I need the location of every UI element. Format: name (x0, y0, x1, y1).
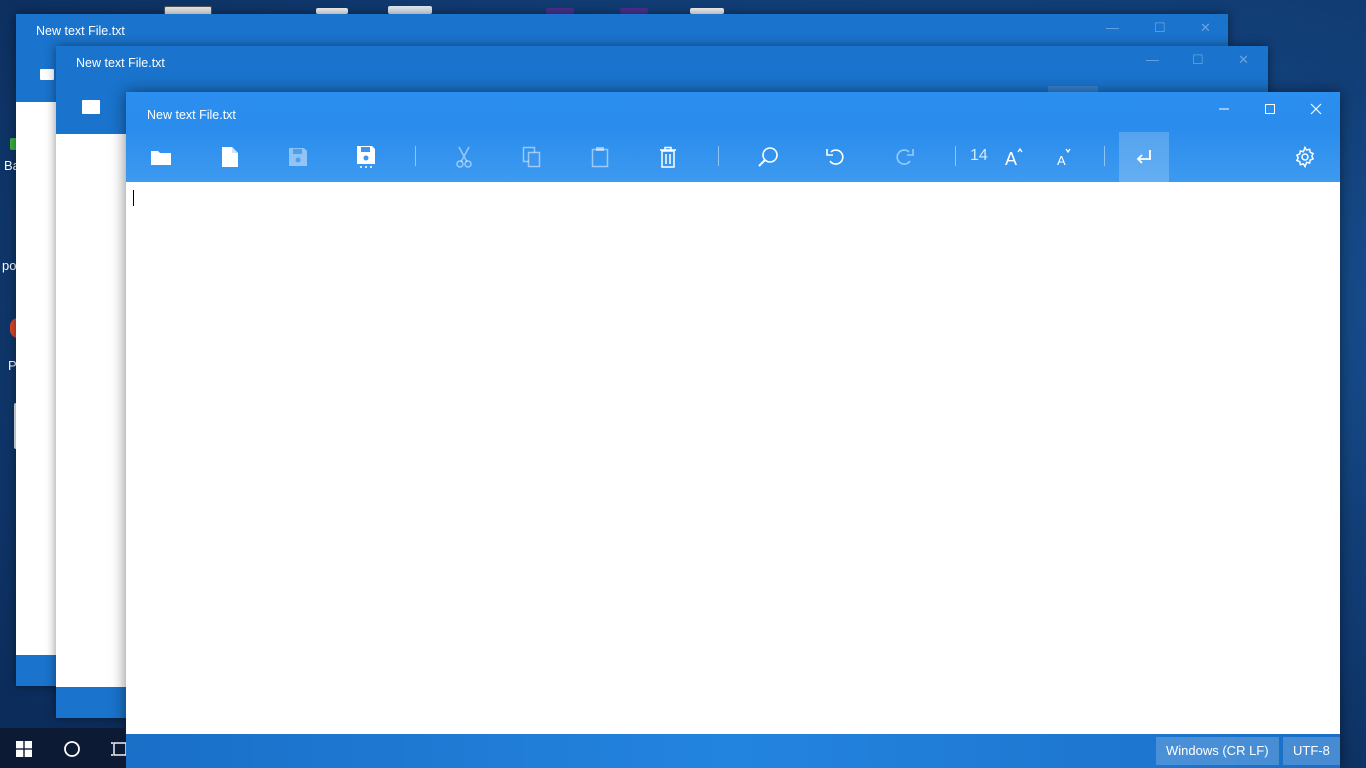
desktop-shortcut-fragment[interactable] (388, 6, 432, 14)
settings-button[interactable] (1280, 132, 1330, 182)
new-file-button[interactable] (205, 132, 255, 182)
window-title: New text File.txt (147, 108, 236, 122)
close-icon (1310, 103, 1322, 115)
svg-text:A: A (1005, 149, 1017, 167)
status-bar: Windows (CR LF) UTF-8 (126, 734, 1340, 768)
maximize-icon (1265, 104, 1275, 114)
minimize-button[interactable] (1201, 97, 1247, 121)
paste-button[interactable] (575, 132, 625, 182)
wrap-icon (1136, 150, 1151, 164)
maximize-icon[interactable]: ☐ (1154, 20, 1166, 36)
redo-button[interactable] (879, 132, 929, 182)
windows-start-icon[interactable] (16, 741, 32, 757)
copy-icon (522, 146, 541, 168)
find-button[interactable] (743, 132, 793, 182)
desktop-label-fragment: po (2, 258, 17, 273)
toolbar-separator (415, 146, 416, 166)
font-decrease-icon: A (1057, 148, 1071, 167)
word-wrap-button[interactable] (1119, 132, 1169, 182)
new-file-icon (222, 147, 238, 167)
redo-icon (896, 149, 914, 165)
font-size-value: 14 (970, 147, 988, 164)
encoding-selector[interactable]: UTF-8 (1283, 737, 1340, 765)
maximize-icon[interactable]: ☐ (1192, 52, 1204, 68)
cut-button[interactable] (439, 132, 489, 182)
task-view-icon[interactable] (111, 741, 126, 757)
editor-area[interactable] (56, 134, 126, 687)
folder-icon[interactable] (82, 100, 100, 114)
minimize-icon (1219, 108, 1229, 110)
title-bar[interactable]: New text File.txt 14 A A (126, 92, 1340, 182)
window-title: New text File.txt (36, 24, 125, 38)
search-icon (758, 147, 778, 167)
text-editor[interactable] (126, 182, 1340, 734)
svg-text:A: A (1057, 153, 1066, 167)
statusbar (56, 687, 126, 718)
toolbar-separator (955, 146, 956, 166)
editor-area[interactable] (16, 102, 56, 655)
copy-button[interactable] (507, 132, 557, 182)
save-as-icon (357, 146, 375, 168)
undo-button[interactable] (811, 132, 861, 182)
save-button[interactable] (273, 132, 323, 182)
window-title: New text File.txt (76, 56, 165, 70)
open-button[interactable] (136, 132, 186, 182)
paste-icon (591, 147, 609, 168)
font-increase-icon: A (1005, 147, 1023, 167)
cortana-search-icon[interactable] (63, 740, 81, 758)
taskbar (0, 728, 126, 768)
undo-icon (826, 149, 844, 165)
folder-icon[interactable] (40, 69, 54, 80)
trash-icon (660, 146, 676, 168)
close-button[interactable] (1293, 97, 1339, 121)
cut-icon (456, 146, 472, 168)
close-icon[interactable]: ✕ (1238, 52, 1249, 68)
notepad-window[interactable]: New text File.txt 14 A A Windows (CR LF)… (126, 92, 1340, 768)
minimize-icon[interactable]: — (1146, 52, 1159, 67)
save-icon (289, 148, 307, 166)
folder-icon (151, 151, 171, 165)
text-caret (133, 190, 134, 206)
increase-font-button[interactable]: A (989, 132, 1039, 182)
line-ending-selector[interactable]: Windows (CR LF) (1156, 737, 1279, 765)
gear-icon (1295, 146, 1315, 168)
minimize-icon[interactable]: — (1106, 20, 1119, 35)
toolbar-separator (1104, 146, 1105, 166)
close-icon[interactable]: ✕ (1200, 20, 1211, 36)
decrease-font-button[interactable]: A (1039, 132, 1089, 182)
statusbar (16, 655, 56, 686)
save-as-button[interactable] (341, 132, 391, 182)
delete-button[interactable] (643, 132, 693, 182)
maximize-button[interactable] (1247, 97, 1293, 121)
toolbar-separator (718, 146, 719, 166)
